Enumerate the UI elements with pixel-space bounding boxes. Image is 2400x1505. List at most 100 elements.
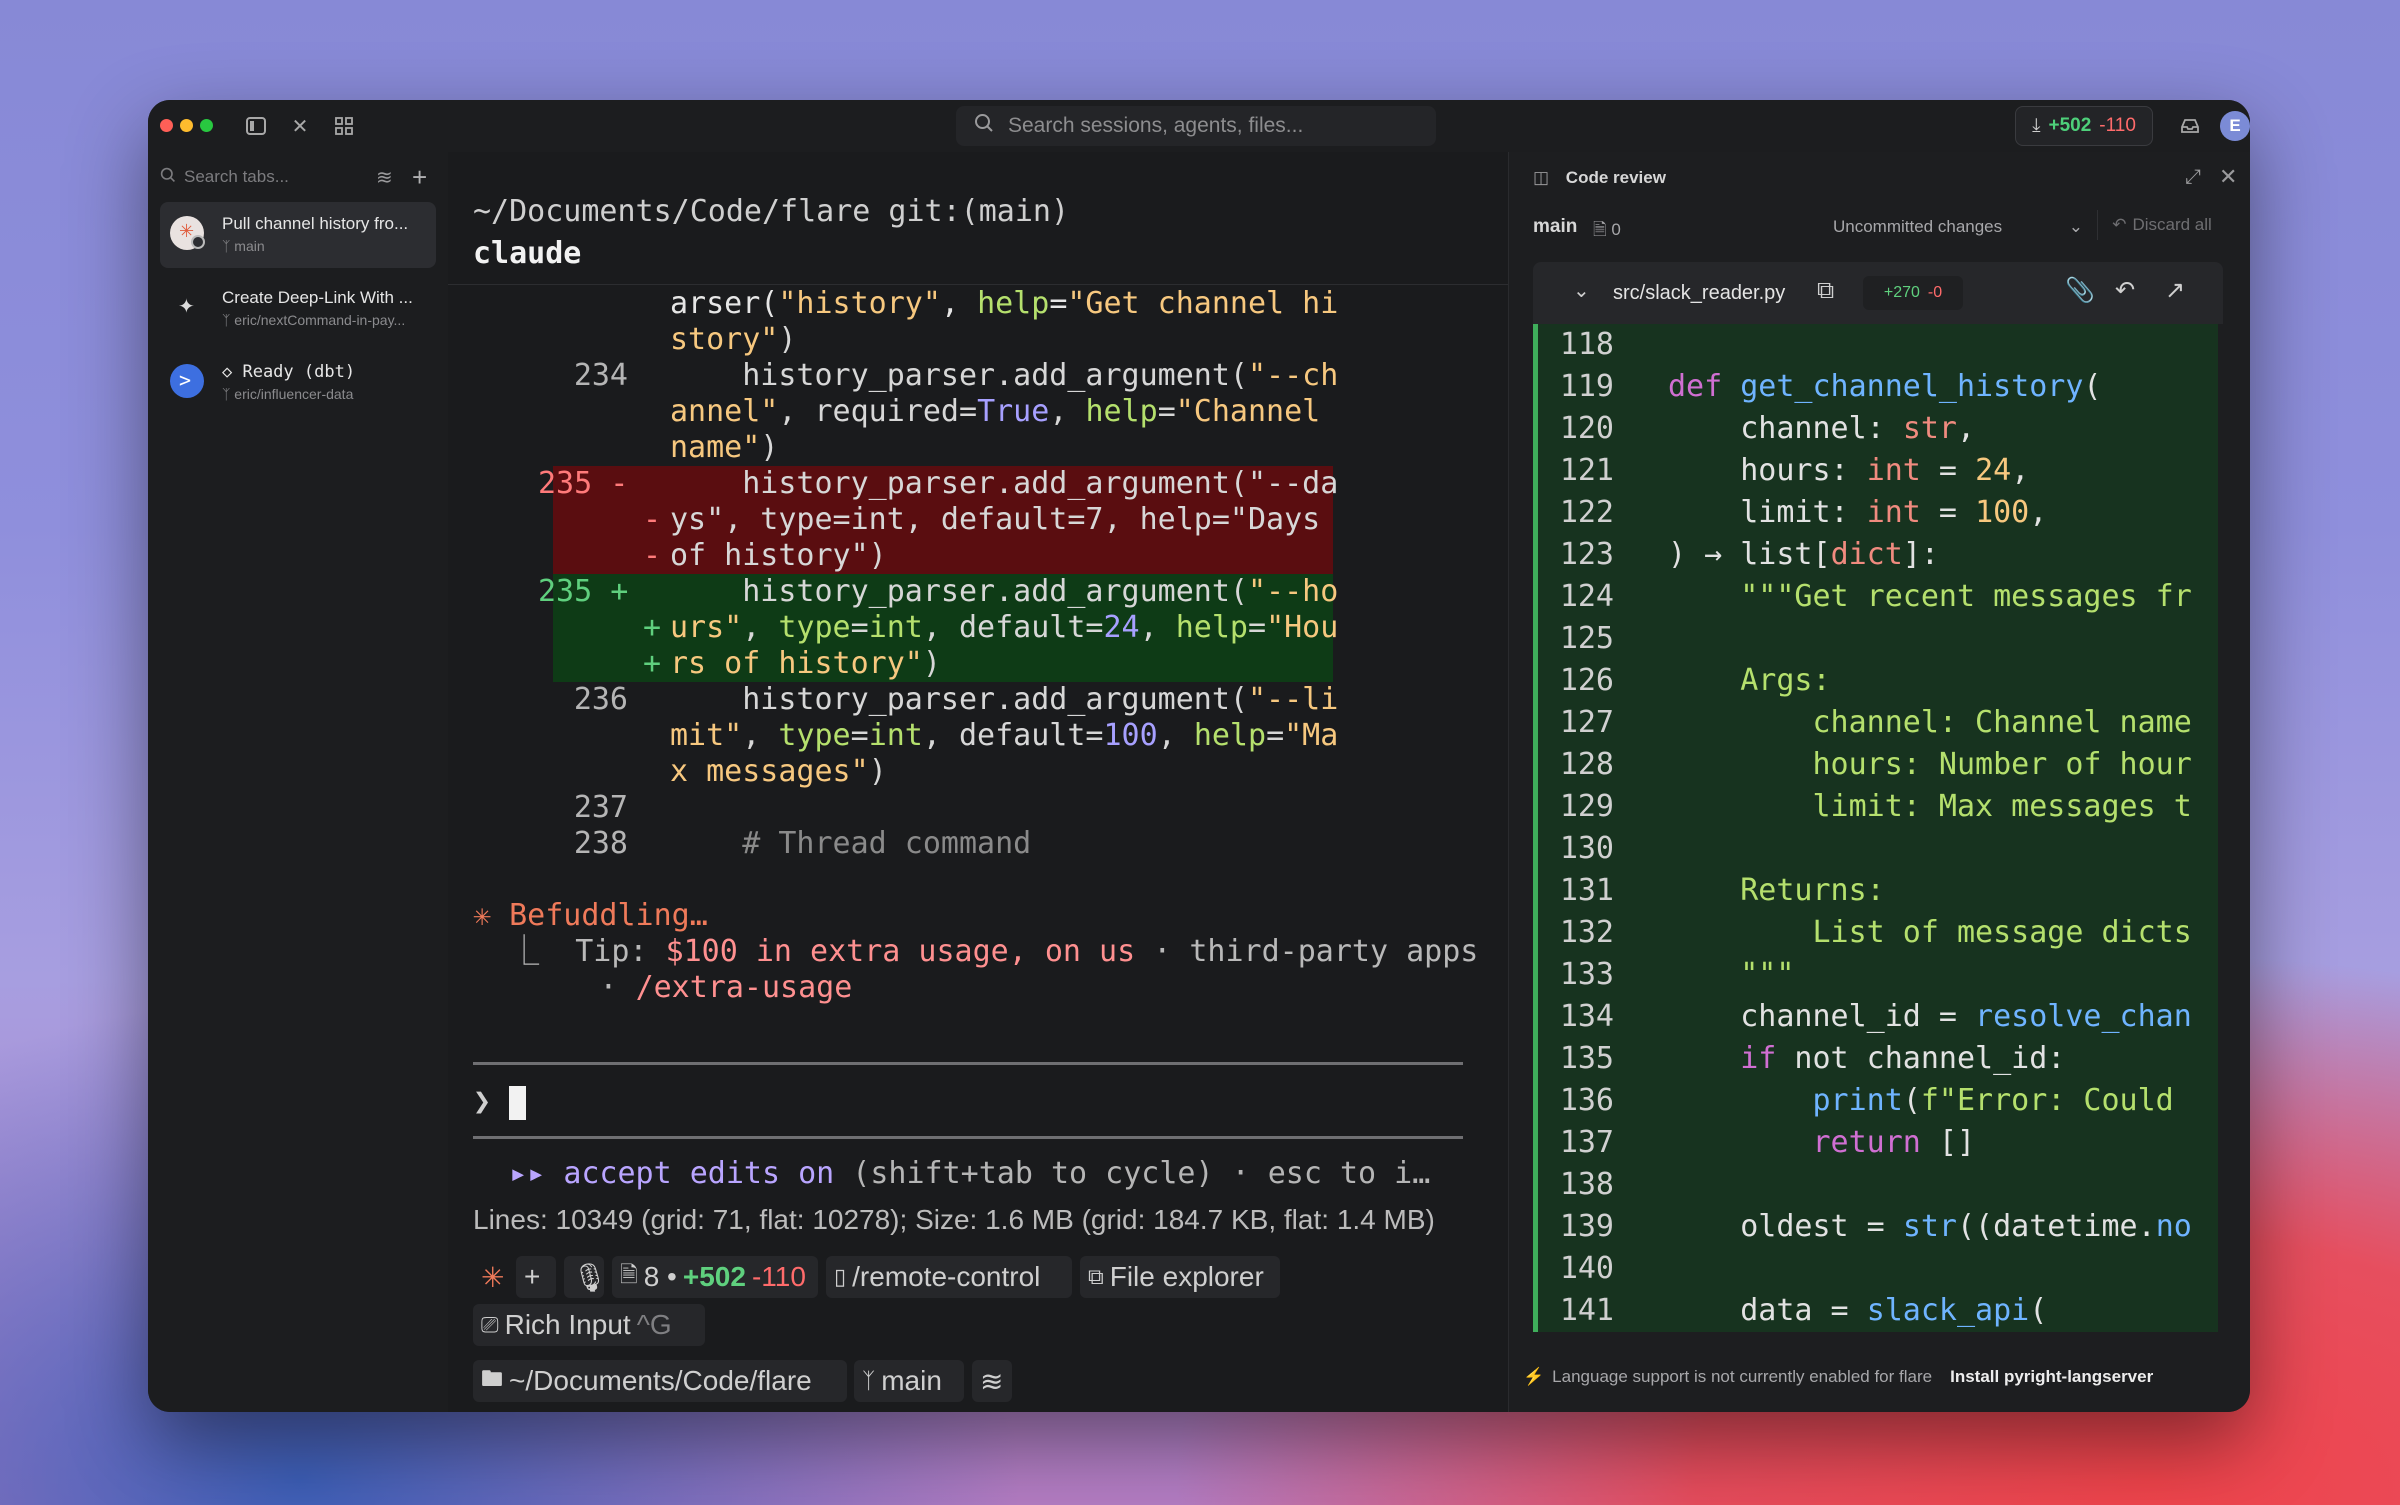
diff-line: 236 history_parser.add_argument("--li [573,682,1339,717]
code-line: 141 data = slack_api( [1559,1293,2048,1328]
code-line: 140 [1559,1251,1614,1286]
rich-input-label: Rich Input [504,1309,631,1340]
code-line: 134 channel_id = resolve_chan [1559,999,2192,1034]
prompt-input[interactable]: ❯ [473,1084,527,1120]
divider [448,284,1508,285]
grid-icon[interactable] [330,112,358,140]
diff-added-line: + rs of history") [553,646,1333,682]
diff-removed-line: - of history") [553,538,1333,574]
sidebar: Search tabs... ≋ + ✳ Pull channel histor… [148,152,449,1412]
diff-line: name") [670,430,779,465]
add-count: +502 [682,1261,746,1292]
user-avatar[interactable]: E [2220,111,2250,141]
rich-input-icon: ⎚ [481,1312,499,1337]
close-icon[interactable]: ✕ [2219,164,2237,190]
code-line: 132 List of message dicts [1559,915,2192,950]
code-line: 127 channel: Channel name [1559,705,2192,740]
terminal-icon: > [170,364,204,398]
open-external-icon[interactable]: ↗ [2165,276,2185,305]
sidebar-item-create-deep-link[interactable]: ✦ Create Deep-Link With ... ᛉ eric/nextC… [160,276,436,342]
diff-added-line: + urs", type=int, default=24, help="Hou [553,610,1338,646]
chevron-down-icon: ⌄ [2068,217,2083,236]
cwd-button[interactable]: 🖿 ~/Documents/Code/flare [473,1360,847,1402]
tab-title: ◇ Ready (dbt) [222,362,356,382]
zoom-window-button[interactable] [200,119,213,132]
del-count: -110 [751,1261,806,1292]
code-review-header: ◫ Code review [1533,168,1666,188]
tip-highlight: $100 in extra usage, on us [665,934,1136,969]
sidebar-toggle-icon[interactable] [242,112,270,140]
tip-line: ⎿ Tip: $100 in extra usage, on us · thir… [509,934,1479,969]
rich-input-shortcut: ^G [636,1309,672,1340]
code-line: 136 print(f"Error: Could [1559,1083,2174,1118]
sidebar-item-ready-dbt[interactable]: > ◇ Ready (dbt) ᛉ eric/influencer-data [160,350,436,416]
claude-logo-icon: ✳ [481,1261,505,1293]
terminal-pane[interactable]: ~/Documents/Code/flare git:(main) claude… [448,152,1508,1412]
code-line: 139 oldest = str((datetime.no [1559,1209,2192,1244]
plus-icon: + [524,1261,541,1292]
sidebar-item-pull-channel-history[interactable]: ✳ Pull channel history fro... ᛉ main [160,202,436,268]
tip-command[interactable]: /extra-usage [636,970,853,1005]
claude-agent-icon: ✳ [170,216,205,250]
code-line: 137 return [] [1559,1125,1976,1160]
review-branch: main [1533,216,1578,237]
tab-title: Pull channel history fro... [222,214,409,233]
diff-del-count: -110 [2099,115,2136,136]
tools-icon[interactable]: ✕ [286,112,314,140]
code-line: 120 channel: str, [1559,411,1976,446]
chevron-down-icon[interactable]: ⌄ [1573,278,1590,303]
diff-line: x messages") [670,754,887,789]
language-support-text: Language support is not currently enable… [1552,1367,1933,1386]
prompt-bottom-border [473,1136,1463,1139]
cwd-label: ~/Documents/Code/flare [509,1365,812,1396]
search-placeholder: Search sessions, agents, files... [1008,114,1304,137]
attach-icon[interactable]: 📎 [2065,276,2095,305]
file-diff-badge: +270 -0 [1863,276,1963,310]
terminal-title: claude [473,236,582,271]
code-line: 138 [1559,1167,1614,1202]
copy-path-icon[interactable]: ⧉ [1817,277,1834,305]
diff-summary-button[interactable]: ⤓ +502 -110 [2015,106,2153,146]
tip-command-line: · /extra-usage [563,970,853,1005]
tab-search-input[interactable]: Search tabs... ≋ + [160,162,430,192]
download-icon: ⤓ [2032,115,2041,136]
code-line: 121 hours: int = 24, [1559,453,2030,488]
minimize-window-button[interactable] [180,119,193,132]
add-tab-icon[interactable]: + [412,162,427,193]
code-line: 129 limit: Max messages t [1559,789,2192,824]
tab-title: Create Deep-Link With ... [222,288,413,307]
file-code-view[interactable]: 118 119 def get_channel_history( 120 chan… [1533,324,2218,1332]
close-window-button[interactable] [160,119,173,132]
search-icon [974,113,994,139]
tab-branch: ᛉ eric/nextCommand-in-pay... [222,312,406,328]
inbox-icon[interactable] [2176,112,2204,140]
expand-icon[interactable]: ⤢ [2185,166,2201,189]
app-window: ✕ Search sessions, agents, files... ⤓ +5… [148,100,2250,1412]
discard-all-button[interactable]: ↶ Discard all [2097,210,2226,240]
diff-add-count: +502 [2048,115,2092,136]
diff-line: mit", type=int, default=100, help="Ma [670,718,1339,753]
file-icon: 🗎 [620,1262,638,1287]
settings-button[interactable]: ≋ [972,1360,1012,1402]
code-line: 118 [1559,327,1614,362]
revert-icon[interactable]: ↶ [2115,276,2135,305]
microphone-button[interactable]: 🎙 [564,1256,608,1298]
add-button[interactable]: + [516,1256,556,1298]
rich-input-button[interactable]: ⎚ Rich Input ^G [473,1304,705,1346]
branch-button[interactable]: ᛉ main [854,1360,964,1402]
diff-line: 238 # Thread command [573,826,1032,861]
code-line: 128 hours: Number of hour [1559,747,2192,782]
branch-icon: ᛉ [862,1368,876,1393]
file-add-count: +270 [1883,284,1920,301]
mode-hint: (shift+tab to cycle) · esc to i… [834,1156,1431,1191]
code-line: 135 if not channel_id: [1559,1041,2066,1076]
global-search-input[interactable]: Search sessions, agents, files... [956,106,1436,146]
remote-control-button[interactable]: ▯ /remote-control [826,1256,1072,1298]
filter-icon[interactable]: ≋ [376,165,393,190]
changes-button[interactable]: 🗎 8 • +502 -110 [612,1256,818,1298]
file-explorer-button[interactable]: ⧉ File explorer [1080,1256,1280,1298]
status-line: ✳ Befuddling… [473,898,708,933]
install-pyright-link[interactable]: Install pyright-langserver [1950,1367,2153,1387]
scope-select[interactable]: Uncommitted changes ⌄ [1833,212,2083,242]
mode-label[interactable]: accept edits on [563,1156,834,1191]
